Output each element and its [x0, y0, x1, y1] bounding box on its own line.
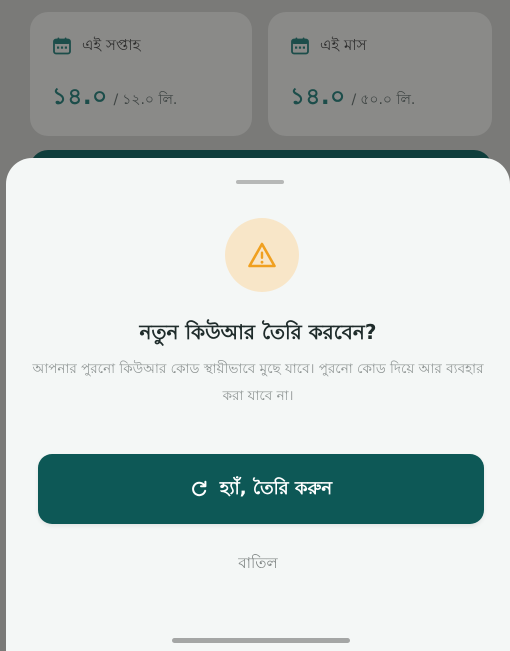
confirm-create-button[interactable]: হ্যাঁ, তৈরি করুন: [38, 454, 484, 524]
cancel-button[interactable]: বাতিল: [208, 552, 308, 577]
weekly-stat-card: এই সপ্তাহ ১৪.০ / ১২.০ লি.: [30, 12, 252, 136]
calendar-icon: [291, 37, 309, 55]
monthly-stat-value: ১৪.০: [290, 84, 346, 110]
confirm-bottom-sheet: নতুন কিউআর তৈরি করবেন? আপনার পুরনো কিউআর…: [6, 158, 510, 651]
warning-badge: [225, 218, 299, 292]
dialog-title: নতুন কিউআর তৈরি করবেন?: [139, 320, 377, 344]
weekly-stat-total: ১২.০ লি.: [122, 92, 178, 108]
monthly-stat-label: এই মাস: [320, 35, 367, 54]
confirm-button-label: হ্যাঁ, তৈরি করুন: [219, 477, 333, 499]
calendar-icon: [53, 37, 71, 55]
refresh-icon: [192, 480, 207, 497]
home-indicator: [172, 638, 350, 643]
warning-icon: [248, 242, 276, 268]
dialog-message: আপনার পুরনো কিউআর কোড স্থায়ীভাবে মুছে য…: [32, 361, 484, 404]
monthly-stat-total: ৫০.০ লি.: [360, 92, 416, 108]
weekly-stat-separator: /: [113, 92, 119, 108]
monthly-stat-separator: /: [351, 92, 357, 108]
weekly-stat-value: ১৪.০: [52, 84, 108, 110]
monthly-stat-card: এই মাস ১৪.০ / ৫০.০ লি.: [268, 12, 492, 136]
weekly-stat-label: এই সপ্তাহ: [82, 35, 141, 54]
drag-handle[interactable]: [236, 180, 284, 184]
